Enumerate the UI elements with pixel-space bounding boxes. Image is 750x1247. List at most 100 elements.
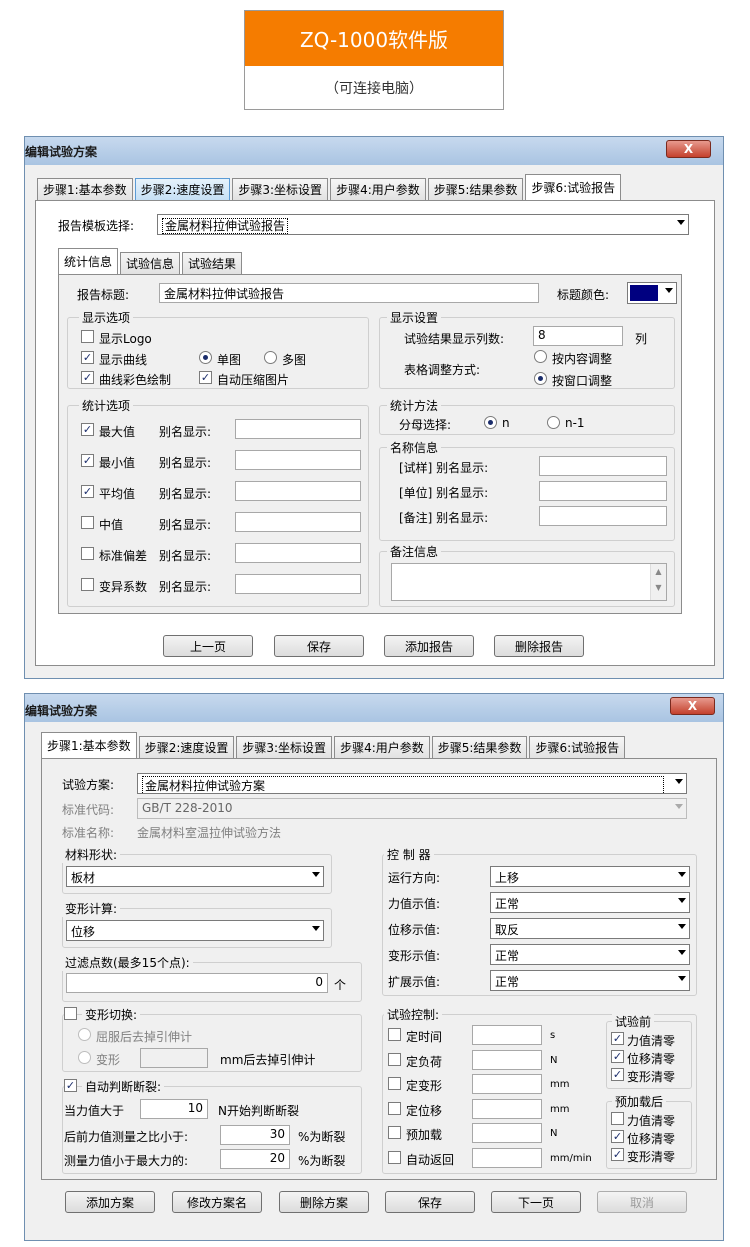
stat-checkbox[interactable]: ✓ — [81, 485, 94, 498]
remark-alias-input[interactable] — [539, 506, 667, 526]
title-bar: 编辑试验方案 X — [25, 137, 723, 165]
test-control-checkbox[interactable] — [388, 1101, 401, 1115]
tab-step6[interactable]: 步骤6:试验报告 — [529, 736, 626, 758]
stat-alias-input[interactable] — [235, 512, 361, 532]
after-preload-checkbox[interactable]: ✓ — [611, 1130, 624, 1143]
test-control-input[interactable] — [472, 1123, 542, 1143]
title-color-picker[interactable] — [627, 282, 677, 304]
subtab-stats[interactable]: 统计信息 — [58, 248, 119, 274]
before-test-checkbox[interactable]: ✓ — [611, 1068, 624, 1081]
test-control-input[interactable] — [472, 1074, 542, 1094]
force-threshold-input[interactable]: 10 — [140, 1099, 208, 1119]
stat-alias-input[interactable] — [235, 574, 361, 594]
denom-n1-radio[interactable] — [547, 416, 560, 429]
delete-report-button[interactable]: 删除报告 — [494, 635, 584, 657]
stat-alias-input[interactable] — [235, 481, 361, 501]
auto-break-checkbox[interactable]: ✓ — [64, 1079, 77, 1092]
add-report-button[interactable]: 添加报告 — [384, 635, 474, 657]
subtab-test-info[interactable]: 试验信息 — [120, 252, 181, 274]
report-title-input[interactable]: 金属材料拉伸试验报告 — [159, 283, 539, 303]
save-button[interactable]: 保存 — [274, 635, 364, 657]
cols-input[interactable]: 8 — [533, 326, 623, 346]
stat-alias-label: 别名显示: — [159, 549, 212, 563]
tab-step1[interactable]: 步骤1:基本参数 — [37, 178, 133, 200]
test-control-checkbox[interactable] — [388, 1150, 401, 1164]
template-value: 金属材料拉伸试验报告 — [162, 218, 289, 234]
before-test-checkbox[interactable]: ✓ — [611, 1050, 624, 1063]
next-page-button[interactable]: 下一页 — [491, 1191, 581, 1213]
by-window-radio[interactable] — [534, 372, 547, 385]
close-button[interactable]: X — [670, 697, 715, 715]
scrollbar[interactable]: ▲ ▼ — [650, 564, 666, 600]
single-chart-radio[interactable] — [199, 351, 212, 364]
stat-checkbox[interactable] — [81, 547, 94, 560]
test-control-label: 定位移 — [406, 1103, 443, 1118]
yield-remove-radio[interactable] — [78, 1028, 91, 1041]
close-button[interactable]: X — [666, 140, 711, 158]
denom-n-radio[interactable] — [484, 416, 497, 429]
after-preload-checkbox[interactable] — [611, 1112, 624, 1125]
tab-step5[interactable]: 步骤5:结果参数 — [427, 178, 524, 200]
test-control-input[interactable] — [472, 1147, 542, 1168]
auto-compress-checkbox[interactable]: ✓ — [199, 371, 212, 384]
controller-select[interactable]: 取反 — [490, 918, 690, 939]
test-control-checkbox[interactable] — [388, 1052, 401, 1066]
controller-select[interactable]: 上移 — [490, 866, 690, 887]
material-select[interactable]: 板材 — [66, 866, 324, 887]
tab-step3[interactable]: 步骤3:坐标设置 — [232, 178, 329, 200]
test-control-checkbox[interactable] — [388, 1077, 401, 1090]
deform-remove-radio[interactable] — [78, 1051, 91, 1064]
subtab-test-result[interactable]: 试验结果 — [182, 252, 243, 274]
multi-chart-radio[interactable] — [264, 351, 277, 364]
deform-calc-select[interactable]: 位移 — [66, 920, 324, 941]
scheme-label: 试验方案: — [62, 778, 115, 792]
stat-checkbox[interactable] — [81, 578, 94, 591]
tab-step6[interactable]: 步骤6:试验报告 — [525, 174, 622, 200]
add-scheme-button[interactable]: 添加方案 — [65, 1191, 155, 1213]
remark-textarea[interactable]: ▲ ▼ — [391, 563, 667, 601]
color-curve-checkbox[interactable]: ✓ — [81, 371, 94, 384]
stat-checkbox[interactable]: ✓ — [81, 454, 94, 467]
controller-select[interactable]: 正常 — [490, 970, 690, 991]
test-control-input[interactable] — [472, 1098, 542, 1119]
deform-mm-input[interactable] — [140, 1048, 208, 1068]
prev-page-button[interactable]: 上一页 — [163, 635, 253, 657]
tab-step2[interactable]: 步骤2:速度设置 — [138, 736, 235, 758]
sample-alias-input[interactable] — [539, 456, 667, 476]
rename-scheme-button[interactable]: 修改方案名 — [172, 1191, 262, 1213]
stat-checkbox[interactable]: ✓ — [81, 423, 94, 436]
unit-alias-input[interactable] — [539, 481, 667, 501]
tab-step3[interactable]: 步骤3:坐标设置 — [236, 736, 333, 758]
deform-switch-checkbox[interactable] — [64, 1007, 77, 1020]
stat-alias-input[interactable] — [235, 419, 361, 439]
test-control-input[interactable] — [472, 1025, 542, 1045]
by-content-radio[interactable] — [534, 350, 547, 363]
scheme-select[interactable]: 金属材料拉伸试验方案 — [137, 773, 687, 794]
test-control-input[interactable] — [472, 1049, 542, 1070]
after-preload-checkbox[interactable]: ✓ — [611, 1148, 624, 1161]
tab-step5[interactable]: 步骤5:结果参数 — [431, 736, 528, 758]
max-force-input[interactable]: 20 — [220, 1149, 290, 1169]
controller-select[interactable]: 正常 — [490, 944, 690, 965]
delete-scheme-button[interactable]: 删除方案 — [279, 1191, 369, 1213]
show-logo-checkbox[interactable] — [81, 330, 94, 343]
test-control-checkbox[interactable] — [388, 1126, 401, 1139]
stat-alias-input[interactable] — [235, 543, 361, 563]
controller-select[interactable]: 正常 — [490, 892, 690, 913]
show-curve-checkbox[interactable]: ✓ — [81, 351, 94, 364]
tab-step2[interactable]: 步骤2:速度设置 — [134, 178, 231, 200]
save-button[interactable]: 保存 — [385, 1191, 475, 1213]
filter-input[interactable]: 0 — [66, 973, 328, 993]
stat-alias-input[interactable] — [235, 450, 361, 470]
std-code-select[interactable]: GB/T 228-2010 — [137, 798, 687, 819]
ratio-input[interactable]: 30 — [220, 1125, 290, 1145]
deform-calc-title: 变形计算: — [62, 900, 121, 917]
cancel-button[interactable]: 取消 — [597, 1191, 687, 1213]
tab-step1[interactable]: 步骤1:基本参数 — [41, 732, 137, 758]
stat-checkbox[interactable] — [81, 516, 94, 529]
tab-step4[interactable]: 步骤4:用户参数 — [330, 178, 426, 200]
template-select[interactable]: 金属材料拉伸试验报告 — [157, 214, 689, 235]
before-test-checkbox[interactable]: ✓ — [611, 1032, 624, 1045]
tab-step4[interactable]: 步骤4:用户参数 — [334, 736, 430, 758]
test-control-checkbox[interactable] — [388, 1028, 401, 1041]
